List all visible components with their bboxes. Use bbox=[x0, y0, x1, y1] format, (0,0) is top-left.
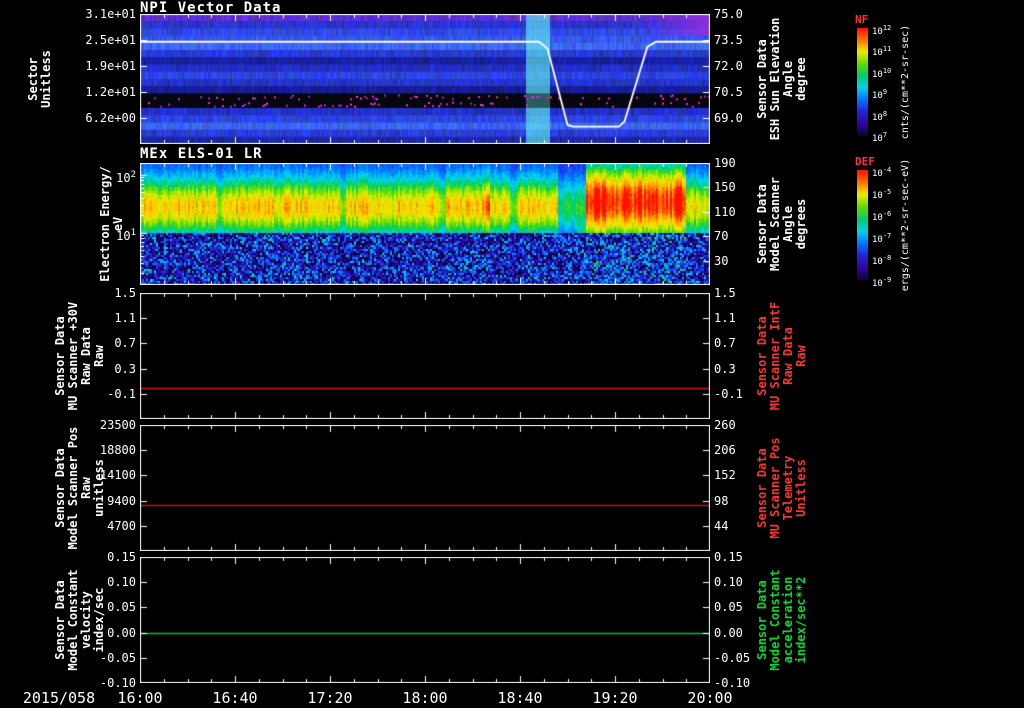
colorbar-tick: 1012 bbox=[872, 24, 892, 37]
axis-label-right: Sensor Data Model Scanner Angle degrees bbox=[755, 177, 808, 271]
xtick-label: 19:20 bbox=[592, 689, 638, 707]
colorbar-nf-label: NF bbox=[855, 13, 869, 26]
axis-label-right: Sensor Data ESH Sun Elevation Angle degree bbox=[755, 17, 808, 141]
mu-scanner-plot-canvas bbox=[140, 293, 710, 419]
colorbar-tick: 10-6 bbox=[872, 210, 892, 223]
scanner-pos-plot-canvas bbox=[140, 425, 710, 551]
colorbar-tick: 10-4 bbox=[872, 166, 892, 179]
colorbar-tick: 1010 bbox=[872, 66, 892, 80]
xtick-label: 18:40 bbox=[497, 689, 543, 707]
axis-label-left: Electron Energy/eV bbox=[98, 166, 125, 282]
colorbar-nf bbox=[857, 28, 868, 135]
panel-title-els: MEx ELS-01 LR bbox=[140, 146, 263, 162]
colorbar-tick: 10-5 bbox=[872, 188, 892, 201]
xtick-label: 16:40 bbox=[212, 689, 258, 707]
colorbar-tick: 1011 bbox=[872, 45, 892, 59]
colorbar-tick: 10-9 bbox=[872, 276, 892, 289]
axis-label-left: Sensor Data Model Constant velocity index/s… bbox=[53, 569, 106, 671]
axis-label-right: Sensor Data Model Constant acceleration ind… bbox=[755, 569, 808, 671]
ytick-left: 1.2e+01 bbox=[85, 85, 136, 99]
axis-label-right: Sensor Data MU Scanner Pos Telemetry Unitle… bbox=[755, 437, 808, 539]
colorbar-tick: 10-8 bbox=[872, 254, 892, 267]
axis-label-left: Sector Unitless bbox=[26, 50, 53, 108]
xtick-label: 17:20 bbox=[307, 689, 353, 707]
axis-label-right: Sensor Data MU Scanner IntF Raw Data Raw bbox=[755, 301, 808, 411]
xtick-label: 16:00 bbox=[117, 689, 163, 707]
colorbar-def bbox=[857, 170, 868, 280]
npi-spectrogram-canvas bbox=[140, 14, 710, 144]
colorbar-tick: 108 bbox=[872, 109, 888, 123]
xtick-label: 18:00 bbox=[402, 689, 448, 707]
xtick-label: 20:00 bbox=[687, 689, 733, 707]
model-velocity-plot-canvas bbox=[140, 557, 710, 683]
colorbar-units: ergs/(cm**2-sr-sec-eV) bbox=[900, 158, 911, 292]
colorbar-units: cnts/(cm**2-sr-sec) bbox=[900, 24, 911, 139]
date-label: 2015/058 bbox=[22, 689, 96, 707]
axis-label-left: Sensor Data MU Scanner +30V Raw Data Raw bbox=[53, 301, 106, 411]
colorbar-tick: 109 bbox=[872, 88, 888, 102]
ytick-left: 2.5e+01 bbox=[85, 33, 136, 47]
spectrogram-figure: NPI Vector Data MEx ELS-01 LR NF DEF 201… bbox=[0, 0, 1024, 708]
ytick-left: 3.1e+01 bbox=[85, 7, 136, 21]
colorbar-tick: 10-7 bbox=[872, 232, 892, 245]
colorbar-tick: 107 bbox=[872, 131, 888, 144]
els-spectrogram-canvas bbox=[140, 163, 710, 285]
axis-label-left: Sensor Data Model Scanner Pos Raw unitless bbox=[53, 426, 106, 550]
ytick-left: 6.2e+00 bbox=[85, 111, 136, 125]
ytick-left: 1.9e+01 bbox=[85, 59, 136, 73]
